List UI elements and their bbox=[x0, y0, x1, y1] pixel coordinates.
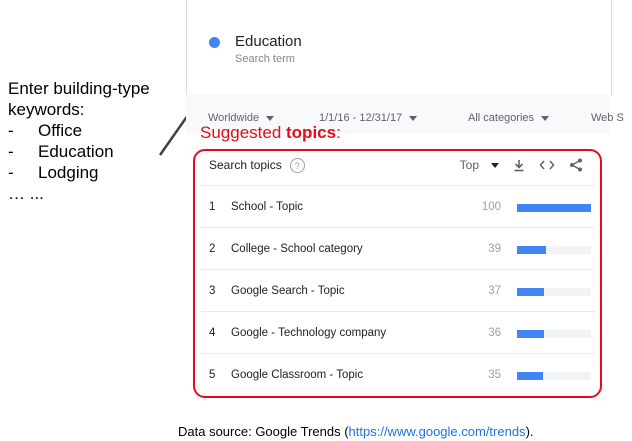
search-type-dropdown[interactable]: Web S bbox=[591, 112, 624, 124]
row-bar-track bbox=[517, 372, 591, 380]
chevron-down-icon bbox=[409, 115, 418, 121]
row-bar-fill bbox=[517, 330, 544, 338]
row-bar-track bbox=[517, 330, 591, 338]
embed-code-icon[interactable] bbox=[539, 159, 555, 171]
row-topic-name: School - Topic bbox=[231, 201, 304, 213]
suggested-prefix: Suggested bbox=[200, 123, 287, 142]
row-value: 100 bbox=[481, 201, 501, 213]
row-bar-fill bbox=[517, 204, 591, 212]
chevron-down-icon bbox=[266, 115, 275, 121]
search-term-subtitle: Search term bbox=[235, 53, 295, 65]
row-rank: 1 bbox=[209, 201, 216, 213]
source-prefix: Data source: Google Trends ( bbox=[178, 424, 349, 439]
source-link[interactable]: https://www.google.com/trends bbox=[349, 424, 526, 439]
row-value: 39 bbox=[488, 243, 501, 255]
search-topics-panel: Search topics? Top 1 School - Topic 100 … bbox=[193, 149, 602, 398]
search-term-name: Education bbox=[235, 33, 302, 50]
row-bar-track bbox=[517, 288, 591, 296]
row-bar-fill bbox=[517, 288, 545, 296]
row-topic-name: Google Classroom - Topic bbox=[231, 369, 364, 381]
panel-header: Search topics? Top bbox=[209, 158, 589, 182]
panel-tools: Top bbox=[460, 158, 583, 172]
suggested-bold: topics bbox=[286, 123, 337, 142]
table-row[interactable]: 4 Google - Technology company 36 bbox=[201, 311, 595, 353]
source-suffix: ). bbox=[525, 424, 534, 439]
row-topic-name: Google - Technology company bbox=[231, 327, 387, 339]
table-row[interactable]: 2 College - School category 39 bbox=[201, 227, 595, 269]
row-rank: 5 bbox=[209, 369, 216, 381]
row-topic-name: Google Search - Topic bbox=[231, 285, 345, 297]
sort-label: Top bbox=[459, 158, 479, 172]
row-bar-track bbox=[517, 246, 591, 254]
row-value: 35 bbox=[488, 369, 501, 381]
search-type-label: Web S bbox=[591, 112, 624, 124]
suggested-suffix: : bbox=[336, 123, 341, 142]
row-rank: 4 bbox=[209, 327, 216, 339]
row-rank: 2 bbox=[209, 243, 216, 255]
share-icon[interactable] bbox=[569, 158, 583, 172]
table-row[interactable]: 3 Google Search - Topic 37 bbox=[201, 269, 595, 311]
topics-list: 1 School - Topic 100 2 College - School … bbox=[201, 185, 595, 395]
row-bar-fill bbox=[517, 246, 546, 254]
chevron-down-icon bbox=[541, 115, 550, 121]
table-row[interactable]: 1 School - Topic 100 bbox=[201, 185, 595, 227]
row-bar-fill bbox=[517, 372, 543, 380]
panel-title: Search topics bbox=[209, 158, 282, 172]
help-icon[interactable]: ? bbox=[289, 158, 305, 174]
row-value: 36 bbox=[488, 327, 501, 339]
row-rank: 3 bbox=[209, 285, 216, 297]
row-topic-name: College - School category bbox=[231, 243, 363, 255]
search-term-card[interactable]: Education Search term bbox=[186, 0, 612, 96]
suggested-topics-label: Suggested topics: bbox=[200, 123, 341, 143]
row-bar-track bbox=[517, 204, 591, 212]
download-icon[interactable] bbox=[513, 159, 525, 172]
sort-dropdown[interactable]: Top bbox=[460, 158, 499, 172]
table-row[interactable]: 5 Google Classroom - Topic 35 bbox=[201, 353, 595, 395]
category-label: All categories bbox=[468, 112, 535, 124]
row-value: 37 bbox=[488, 285, 501, 297]
series-color-dot bbox=[209, 37, 220, 48]
chevron-down-icon bbox=[491, 162, 499, 168]
category-dropdown[interactable]: All categories bbox=[468, 112, 550, 124]
data-source-caption: Data source: Google Trends (https://www.… bbox=[178, 424, 534, 439]
